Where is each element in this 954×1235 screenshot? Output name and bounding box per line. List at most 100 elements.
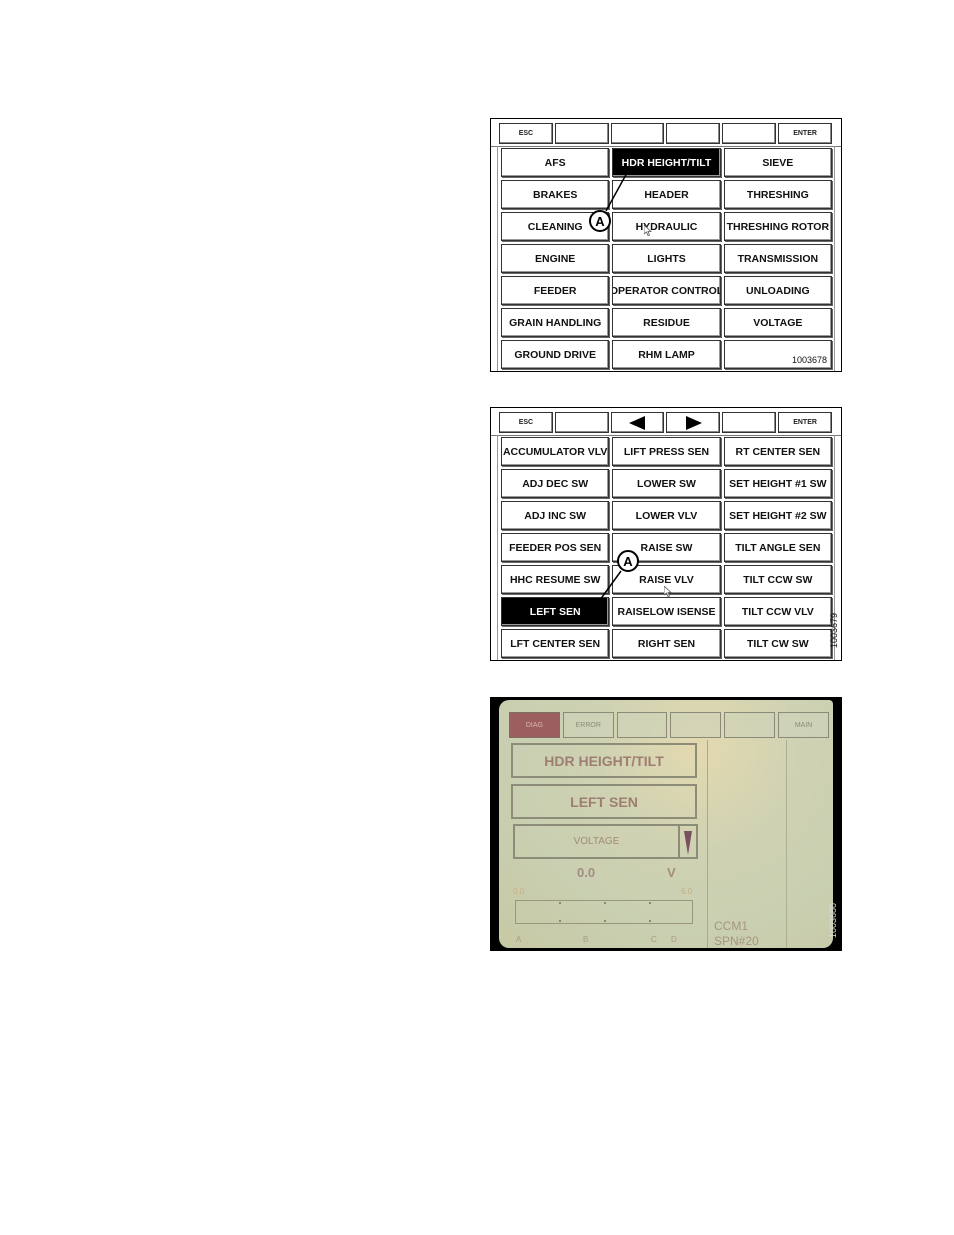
soft-key-2[interactable]: [554, 123, 609, 144]
menu-button-set-height-1-sw[interactable]: SET HEIGHT #1 SW: [723, 469, 832, 498]
divider: [497, 146, 498, 371]
menu-button-label: RT CENTER SEN: [735, 445, 821, 458]
menu-button-header[interactable]: HEADER: [612, 180, 721, 209]
menu-button-adj-inc-sw[interactable]: ADJ INC SW: [501, 501, 610, 530]
menu-button-ground-drive[interactable]: GROUND DRIVE: [501, 340, 610, 369]
menu-button-blank[interactable]: 1003678: [723, 340, 832, 369]
menu-button-label: AFS: [544, 156, 566, 169]
menu-button-label: LIGHTS: [647, 252, 686, 265]
scale-marker-a: A: [516, 935, 522, 944]
menu-button-sieve[interactable]: SIEVE: [723, 148, 832, 177]
menu-button-threshing-rotor[interactable]: THRESHING ROTOR: [723, 212, 832, 241]
menu-button-lower-sw[interactable]: LOWER SW: [612, 469, 721, 498]
menu-button-feeder-pos-sen[interactable]: FEEDER POS SEN: [501, 533, 610, 562]
menu-button-label: OPERATOR CONTROL: [612, 284, 721, 297]
selected-system-field[interactable]: HDR HEIGHT/TILT: [511, 743, 697, 778]
menu-button-label: SIEVE: [762, 156, 794, 169]
menu-button-lower-vlv[interactable]: LOWER VLV: [612, 501, 721, 530]
callout-a: A: [589, 210, 611, 232]
menu-button-tilt-cw-sw[interactable]: TILT CW SW: [723, 629, 832, 658]
gauge-tick: [649, 902, 651, 904]
soft-key-5[interactable]: [722, 412, 777, 433]
esc-key[interactable]: ESC: [499, 412, 553, 433]
menu-button-label: LOWER VLV: [635, 509, 698, 522]
menu-button-accumulator-vlv[interactable]: ACCUMULATOR VLV: [501, 437, 610, 466]
next-page-key[interactable]: [666, 412, 721, 433]
menu-button-operator-control[interactable]: OPERATOR CONTROL: [612, 276, 721, 305]
menu-button-label: TRANSMISSION: [737, 252, 819, 265]
soft-key-3[interactable]: [610, 123, 665, 144]
menu-button-lights[interactable]: LIGHTS: [612, 244, 721, 273]
soft-key-2[interactable]: [554, 412, 609, 433]
menu-button-label: SET HEIGHT #1 SW: [729, 477, 827, 490]
menu-button-transmission[interactable]: TRANSMISSION: [723, 244, 832, 273]
menu-button-threshing[interactable]: THRESHING: [723, 180, 832, 209]
controller-name: CCM1: [714, 919, 749, 933]
dropdown-button[interactable]: [678, 826, 696, 857]
enter-key[interactable]: ENTER: [778, 123, 832, 144]
divider: [707, 740, 708, 948]
top-key-bar: ESC ENTER: [499, 412, 832, 433]
menu-button-label: TILT ANGLE SEN: [735, 541, 821, 554]
menu-button-brakes[interactable]: BRAKES: [501, 180, 610, 209]
menu-button-raiselow-isense[interactable]: RAISELOW ISENSE: [612, 597, 721, 626]
divider: [497, 435, 498, 660]
soft-key-4[interactable]: [670, 712, 722, 738]
diag-key[interactable]: DIAG: [509, 712, 560, 738]
menu-button-voltage[interactable]: VOLTAGE: [723, 308, 832, 337]
menu-button-right-sen[interactable]: RIGHT SEN: [612, 629, 721, 658]
measurement-dropdown[interactable]: VOLTAGE: [513, 824, 698, 859]
divider: [786, 740, 787, 948]
menu-button-hhc-resume-sw[interactable]: HHC RESUME SW: [501, 565, 610, 594]
menu-button-label: TILT CCW SW: [743, 573, 813, 586]
mouse-cursor-icon: [644, 225, 652, 236]
menu-button-set-height-2-sw[interactable]: SET HEIGHT #2 SW: [723, 501, 832, 530]
soft-key-5[interactable]: [722, 123, 777, 144]
soft-key-3[interactable]: [616, 712, 668, 738]
selected-sensor-field[interactable]: LEFT SEN: [511, 784, 697, 819]
esc-key[interactable]: ESC: [499, 123, 553, 144]
menu-button-rhm-lamp[interactable]: RHM LAMP: [612, 340, 721, 369]
menu-button-unloading[interactable]: UNLOADING: [723, 276, 832, 305]
menu-button-engine[interactable]: ENGINE: [501, 244, 610, 273]
error-key[interactable]: ERROR: [562, 712, 614, 738]
menu-button-rt-center-sen[interactable]: RT CENTER SEN: [723, 437, 832, 466]
divider: [834, 146, 835, 371]
menu-button-grain-handling[interactable]: GRAIN HANDLING: [501, 308, 610, 337]
menu-button-lift-press-sen[interactable]: LIFT PRESS SEN: [612, 437, 721, 466]
menu-button-label: RESIDUE: [643, 316, 690, 329]
menu-button-left-sen[interactable]: LEFT SEN: [501, 597, 610, 626]
main-key[interactable]: MAIN: [778, 712, 829, 738]
menu-button-label: THRESHING ROTOR: [726, 220, 830, 233]
figure-main-menu: ESC ENTER AFS HDR HEIGHT/TILT SIEVE BRAKES H…: [490, 118, 842, 372]
menu-button-tilt-ccw-vlv[interactable]: TILT CCW VLV: [723, 597, 832, 626]
soft-key-5[interactable]: [724, 712, 776, 738]
divider: [491, 146, 841, 147]
enter-key[interactable]: ENTER: [778, 412, 832, 433]
menu-button-hdr-height-tilt[interactable]: HDR HEIGHT/TILT: [612, 148, 721, 177]
menu-button-lft-center-sen[interactable]: LFT CENTER SEN: [501, 629, 610, 658]
menu-button-hydraulic[interactable]: HYDRAULIC: [612, 212, 721, 241]
display-top-key-bar: DIAG ERROR MAIN: [509, 712, 829, 738]
menu-button-label: ADJ INC SW: [524, 509, 587, 522]
display-screen: DIAG ERROR MAIN HDR HEIGHT/TILT LEFT SEN…: [499, 700, 833, 948]
menu-button-label: RAISELOW ISENSE: [617, 605, 716, 618]
menu-button-label: HEADER: [644, 188, 689, 201]
chevron-down-icon: [684, 830, 692, 855]
menu-button-label: LOWER SW: [637, 477, 696, 490]
menu-button-label: FEEDER: [533, 284, 577, 297]
gauge-tick: [649, 920, 651, 922]
scale-marker-b: B: [583, 935, 589, 944]
menu-button-tilt-angle-sen[interactable]: TILT ANGLE SEN: [723, 533, 832, 562]
menu-button-label: GRAIN HANDLING: [509, 316, 602, 329]
menu-button-tilt-ccw-sw[interactable]: TILT CCW SW: [723, 565, 832, 594]
menu-button-afs[interactable]: AFS: [501, 148, 610, 177]
menu-button-feeder[interactable]: FEEDER: [501, 276, 610, 305]
menu-button-adj-dec-sw[interactable]: ADJ DEC SW: [501, 469, 610, 498]
scale-max: 6.0: [681, 887, 693, 896]
soft-key-4[interactable]: [666, 123, 721, 144]
menu-button-label: UNLOADING: [746, 284, 810, 297]
prev-page-key[interactable]: [610, 412, 665, 433]
menu-button-label: CLEANING: [527, 220, 583, 233]
menu-button-residue[interactable]: RESIDUE: [612, 308, 721, 337]
